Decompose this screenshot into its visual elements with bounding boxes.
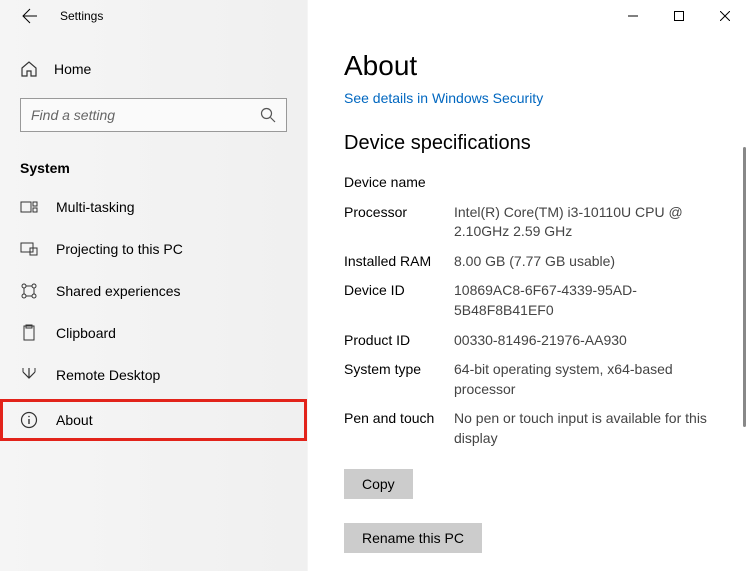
remote-icon bbox=[20, 366, 38, 384]
sidebar-item-about[interactable]: About bbox=[0, 399, 307, 441]
spec-value bbox=[454, 173, 718, 193]
rename-button[interactable]: Rename this PC bbox=[344, 523, 482, 553]
spec-pen-touch: Pen and touch No pen or touch input is a… bbox=[344, 409, 718, 448]
close-button[interactable] bbox=[702, 0, 748, 32]
spec-label: Installed RAM bbox=[344, 252, 454, 272]
projecting-icon bbox=[20, 240, 38, 258]
spec-label: System type bbox=[344, 360, 454, 399]
arrow-left-icon bbox=[22, 8, 38, 24]
scrollbar[interactable] bbox=[743, 147, 746, 557]
spec-label: Processor bbox=[344, 203, 454, 242]
spec-device-name: Device name bbox=[344, 173, 718, 193]
spec-value: No pen or touch input is available for t… bbox=[454, 409, 718, 448]
security-link[interactable]: See details in Windows Security bbox=[344, 90, 543, 106]
spec-value: 00330-81496-21976-AA930 bbox=[454, 331, 718, 351]
sidebar-item-projecting[interactable]: Projecting to this PC bbox=[0, 228, 307, 270]
scrollbar-thumb[interactable] bbox=[743, 147, 746, 427]
spec-label: Device ID bbox=[344, 281, 454, 320]
section-header: System bbox=[0, 142, 307, 186]
home-icon bbox=[20, 60, 38, 78]
search-icon bbox=[260, 107, 276, 123]
sidebar-item-shared[interactable]: Shared experiences bbox=[0, 270, 307, 312]
sidebar-item-clipboard[interactable]: Clipboard bbox=[0, 312, 307, 354]
page-title: About bbox=[344, 50, 718, 82]
sidebar-item-label: Remote Desktop bbox=[56, 367, 160, 383]
spec-value: 10869AC8-6F67-4339-95AD-5B48F8B41EF0 bbox=[454, 281, 718, 320]
spec-label: Pen and touch bbox=[344, 409, 454, 448]
titlebar: Settings bbox=[0, 0, 748, 32]
spec-product-id: Product ID 00330-81496-21976-AA930 bbox=[344, 331, 718, 351]
sidebar-item-remote[interactable]: Remote Desktop bbox=[0, 354, 307, 396]
spec-processor: Processor Intel(R) Core(TM) i3-10110U CP… bbox=[344, 203, 718, 242]
multitasking-icon bbox=[20, 198, 38, 216]
window-title: Settings bbox=[60, 9, 103, 23]
info-icon bbox=[20, 411, 38, 429]
close-icon bbox=[720, 11, 730, 21]
spec-label: Product ID bbox=[344, 331, 454, 351]
spec-ram: Installed RAM 8.00 GB (7.77 GB usable) bbox=[344, 252, 718, 272]
sidebar-item-label: Projecting to this PC bbox=[56, 241, 183, 257]
sidebar-item-label: About bbox=[56, 412, 93, 428]
sidebar: Home System Multi-tasking Projecting to … bbox=[0, 0, 308, 571]
content-area: About See details in Windows Security De… bbox=[308, 0, 748, 571]
search-box[interactable] bbox=[20, 98, 287, 132]
shared-icon bbox=[20, 282, 38, 300]
sidebar-item-label: Multi-tasking bbox=[56, 199, 135, 215]
clipboard-icon bbox=[20, 324, 38, 342]
spec-value: 8.00 GB (7.77 GB usable) bbox=[454, 252, 718, 272]
sidebar-item-label: Clipboard bbox=[56, 325, 116, 341]
spec-value: Intel(R) Core(TM) i3-10110U CPU @ 2.10GH… bbox=[454, 203, 718, 242]
home-nav[interactable]: Home bbox=[0, 50, 307, 88]
home-label: Home bbox=[54, 61, 91, 77]
specs-title: Device specifications bbox=[344, 132, 718, 155]
copy-button[interactable]: Copy bbox=[344, 469, 413, 499]
spec-device-id: Device ID 10869AC8-6F67-4339-95AD-5B48F8… bbox=[344, 281, 718, 320]
spec-system-type: System type 64-bit operating system, x64… bbox=[344, 360, 718, 399]
back-button[interactable] bbox=[10, 0, 50, 32]
spec-value: 64-bit operating system, x64-based proce… bbox=[454, 360, 718, 399]
maximize-button[interactable] bbox=[656, 0, 702, 32]
sidebar-item-label: Shared experiences bbox=[56, 283, 181, 299]
minimize-button[interactable] bbox=[610, 0, 656, 32]
minimize-icon bbox=[628, 11, 638, 21]
sidebar-item-multitasking[interactable]: Multi-tasking bbox=[0, 186, 307, 228]
spec-label: Device name bbox=[344, 173, 454, 193]
maximize-icon bbox=[674, 11, 684, 21]
search-input[interactable] bbox=[31, 107, 260, 123]
